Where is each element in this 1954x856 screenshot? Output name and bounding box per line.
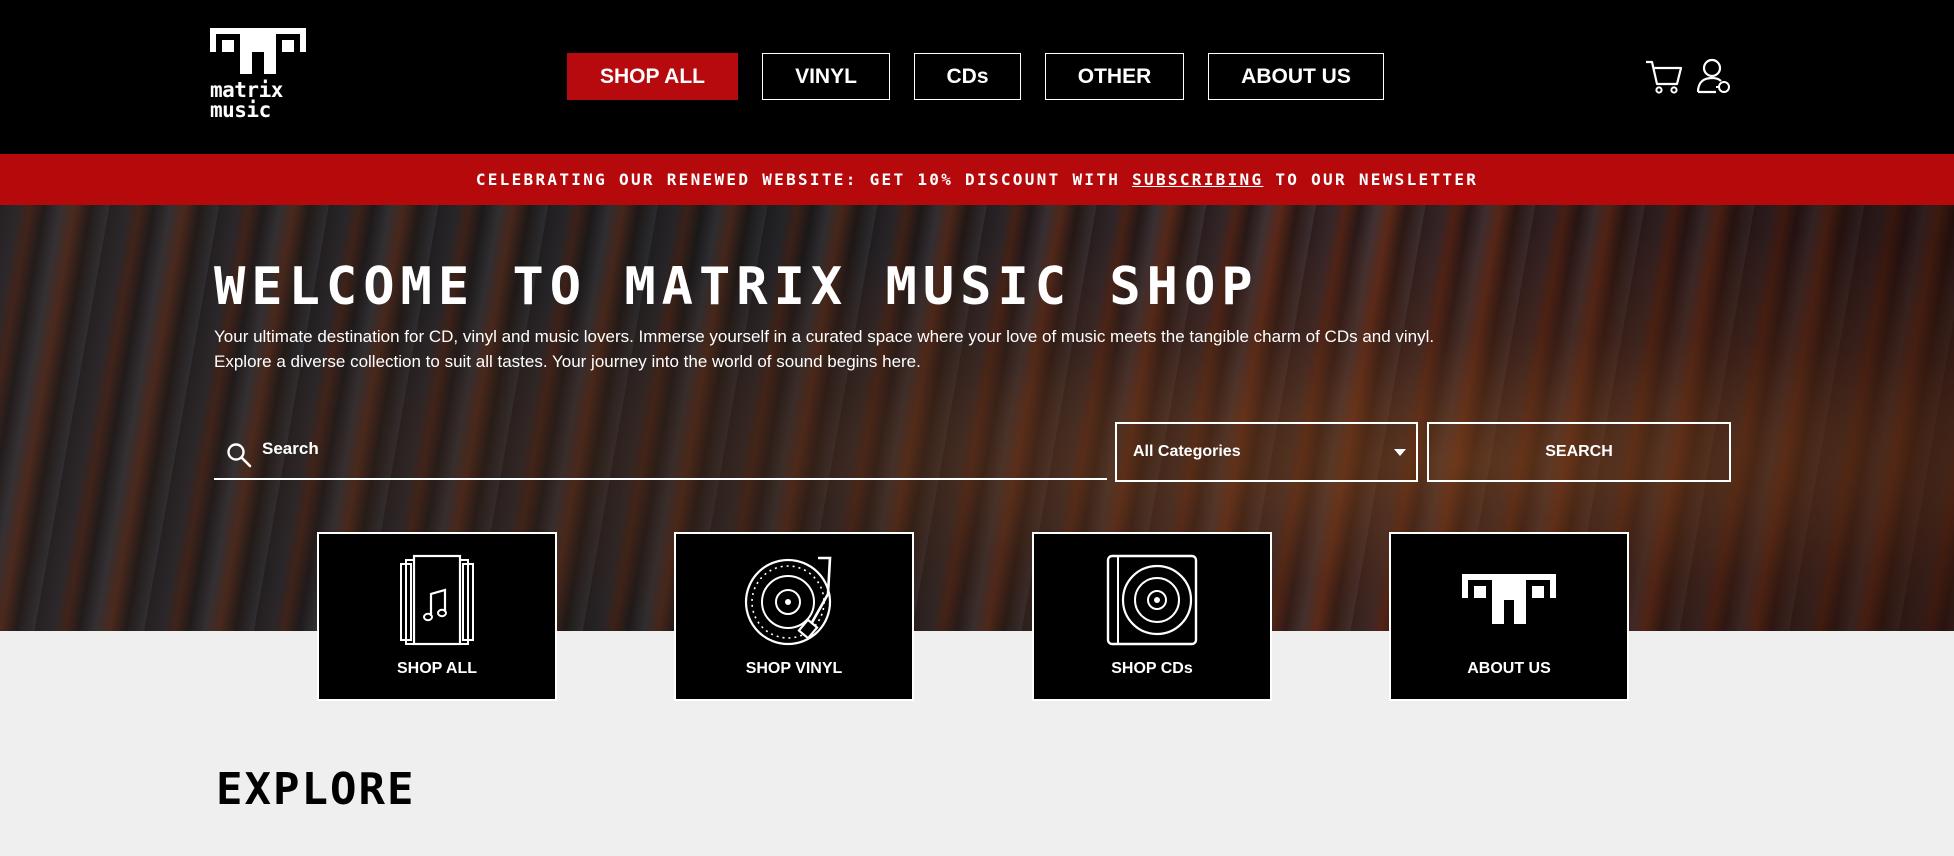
- nav-shop-all[interactable]: SHOP ALL: [567, 53, 738, 100]
- tile-shop-vinyl[interactable]: SHOP VINYL: [674, 532, 914, 701]
- banner-prefix: CELEBRATING OUR RENEWED WEBSITE: GET 10%…: [475, 170, 1133, 189]
- hero-section: WELCOME TO MATRIX MUSIC SHOP Your ultima…: [0, 205, 1954, 631]
- tile-shop-all[interactable]: SHOP ALL: [317, 532, 557, 701]
- cd-icon: [1106, 554, 1198, 646]
- hero-text-line2: Explore a diverse collection to suit all…: [214, 352, 921, 371]
- cart-icon[interactable]: [1644, 56, 1684, 96]
- tile-label: ABOUT US: [1467, 660, 1551, 677]
- matrix-logo-icon: [1462, 574, 1556, 624]
- site-header: matrix music SHOP ALL VINYL CDs OTHER AB…: [0, 0, 1954, 154]
- nav-vinyl[interactable]: VINYL: [762, 53, 890, 100]
- turntable-icon: [744, 556, 832, 646]
- hero-description: Your ultimate destination for CD, vinyl …: [214, 324, 1514, 374]
- matrix-logo-icon: [210, 28, 306, 74]
- tile-about-us[interactable]: ABOUT US: [1389, 532, 1629, 701]
- search-bar: [214, 420, 1107, 480]
- category-select[interactable]: All Categories: [1115, 422, 1418, 482]
- albums-icon: [400, 554, 474, 646]
- search-icon: [227, 443, 252, 468]
- nav-cds[interactable]: CDs: [914, 53, 1021, 100]
- banner-suffix: TO OUR NEWSLETTER: [1263, 170, 1479, 189]
- subscribe-link[interactable]: SUBSCRIBING: [1132, 170, 1263, 189]
- promo-banner: CELEBRATING OUR RENEWED WEBSITE: GET 10%…: [0, 154, 1954, 205]
- nav-other[interactable]: OTHER: [1045, 53, 1184, 100]
- category-select-value: All Categories: [1133, 443, 1241, 460]
- user-icon[interactable]: [1694, 56, 1734, 96]
- hero-text-line1: Your ultimate destination for CD, vinyl …: [214, 327, 1435, 346]
- search-input[interactable]: [262, 432, 1082, 466]
- logo-text-line1: matrix: [210, 78, 283, 102]
- logo-wordmark: matrix music: [210, 78, 306, 122]
- logo-text-line2: music: [210, 98, 271, 122]
- chevron-down-icon: [1394, 449, 1406, 456]
- tile-label: SHOP CDs: [1111, 660, 1193, 677]
- tile-label: SHOP ALL: [396, 660, 477, 677]
- hero-title: WELCOME TO MATRIX MUSIC SHOP: [214, 257, 1259, 317]
- tile-shop-cds[interactable]: SHOP CDs: [1032, 532, 1272, 701]
- nav-about-us[interactable]: ABOUT US: [1208, 53, 1384, 100]
- search-button[interactable]: SEARCH: [1427, 422, 1731, 482]
- site-logo[interactable]: matrix music: [210, 28, 306, 124]
- tile-label: SHOP VINYL: [745, 660, 843, 677]
- explore-heading: EXPLORE: [216, 764, 416, 815]
- page: matrix music SHOP ALL VINYL CDs OTHER AB…: [0, 0, 1954, 856]
